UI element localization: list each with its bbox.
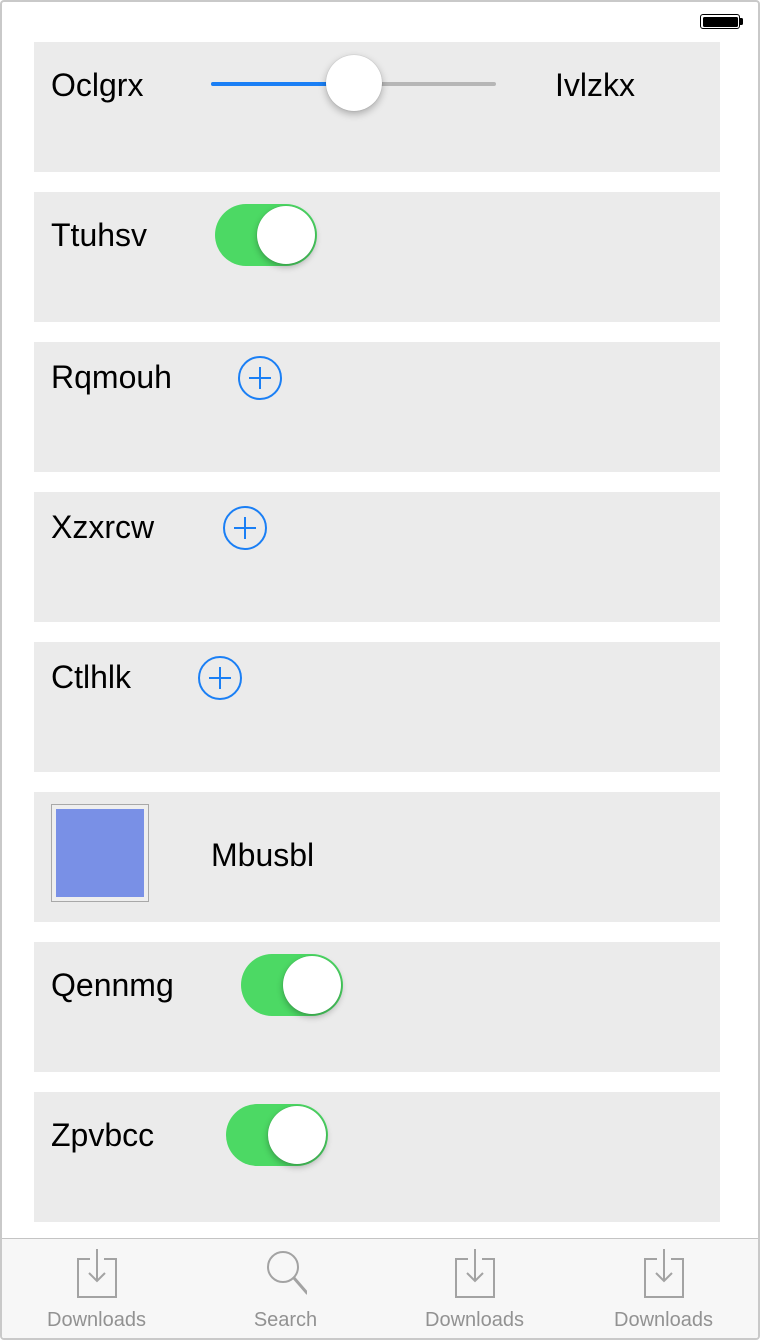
color-label: Mbusbl xyxy=(211,837,315,873)
battery-icon xyxy=(700,14,744,31)
color-swatch[interactable] xyxy=(51,804,149,902)
toggle-label: Zpvbcc xyxy=(51,1117,155,1153)
tab-label: Downloads xyxy=(425,1309,524,1331)
app-screen: Oclgrx Ivlzkx Ttuhsv Rqmouh Xzxrcw Ctlhl… xyxy=(0,0,760,1340)
download-icon xyxy=(77,1249,117,1298)
toggle-switch[interactable] xyxy=(215,204,317,266)
add-row-label: Rqmouh xyxy=(51,359,172,395)
toggle-label: Qennmg xyxy=(51,967,174,1003)
toggle-switch[interactable] xyxy=(226,1104,328,1166)
tab-downloads-3[interactable]: Downloads xyxy=(569,1239,758,1338)
toggle-row-qennmg: Qennmg xyxy=(34,942,720,1072)
slider-min-label: Oclgrx xyxy=(51,67,144,103)
toggle-knob xyxy=(257,206,315,264)
tab-label: Search xyxy=(253,1309,318,1331)
tab-downloads-2[interactable]: Downloads xyxy=(380,1239,569,1338)
tab-label: Downloads xyxy=(614,1309,713,1331)
slider-thumb[interactable] xyxy=(325,55,382,111)
tab-bar: Downloads Search Downloads Downloads xyxy=(2,1238,758,1338)
tab-search[interactable]: Search xyxy=(191,1239,380,1338)
tab-downloads-1[interactable]: Downloads xyxy=(2,1239,191,1338)
toggle-knob xyxy=(268,1106,326,1164)
add-row-ctlhlk: Ctlhlk xyxy=(34,642,720,772)
slider-row: Oclgrx Ivlzkx xyxy=(34,42,720,172)
slider[interactable] xyxy=(211,55,496,111)
slider-max-label: Ivlzkx xyxy=(555,67,635,103)
search-icon xyxy=(267,1251,307,1295)
swatch-color-fill xyxy=(56,809,144,897)
add-row-xzxrcw: Xzxrcw xyxy=(34,492,720,622)
tab-label: Downloads xyxy=(47,1309,146,1331)
toggle-row-zpvbcc: Zpvbcc xyxy=(34,1092,720,1222)
plus-circle-icon[interactable] xyxy=(222,505,268,551)
plus-circle-icon[interactable] xyxy=(237,355,283,401)
plus-circle-icon[interactable] xyxy=(197,655,243,701)
toggle-knob xyxy=(283,956,341,1014)
toggle-label: Ttuhsv xyxy=(51,217,148,253)
add-row-label: Xzxrcw xyxy=(51,509,155,545)
toggle-switch[interactable] xyxy=(241,954,343,1016)
toggle-row-ttuhsv: Ttuhsv xyxy=(34,192,720,322)
download-icon xyxy=(644,1249,684,1298)
add-row-label: Ctlhlk xyxy=(51,659,132,695)
download-icon xyxy=(455,1249,495,1298)
color-row-mbusbl: Mbusbl xyxy=(34,792,720,922)
add-row-rqmouh: Rqmouh xyxy=(34,342,720,472)
